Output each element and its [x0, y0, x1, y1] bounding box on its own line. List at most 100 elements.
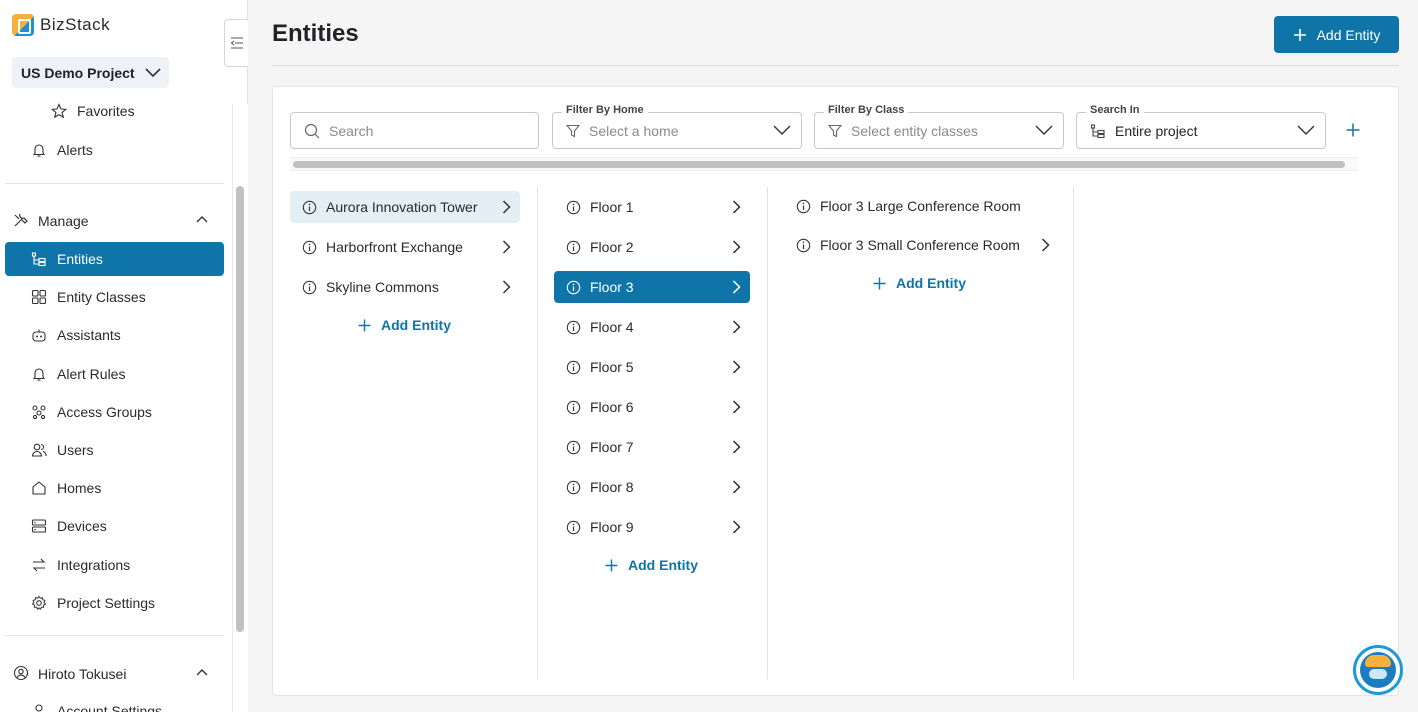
- sidebar-item-alert-rules[interactable]: Alert Rules: [5, 357, 224, 391]
- sidebar-item-entities[interactable]: Entities: [5, 242, 224, 276]
- info-icon[interactable]: [566, 200, 581, 215]
- entity-row[interactable]: Floor 4: [554, 311, 750, 343]
- section-user-header[interactable]: Hiroto Tokusei: [5, 659, 224, 689]
- entity-label: Floor 6: [590, 399, 634, 415]
- plus-icon: [1293, 28, 1306, 41]
- project-switcher[interactable]: US Demo Project: [12, 57, 169, 88]
- add-entity-link[interactable]: Add Entity: [358, 313, 451, 337]
- add-entity-button[interactable]: Add Entity: [1274, 16, 1399, 53]
- entity-row[interactable]: Harborfront Exchange: [290, 231, 520, 263]
- sidebar-item-devices[interactable]: Devices: [5, 509, 224, 543]
- user-circle-icon: [13, 665, 29, 684]
- sidebar-item-favorites[interactable]: Favorites: [5, 94, 224, 128]
- sidebar-item-homes[interactable]: Homes: [5, 471, 224, 505]
- star-icon: [51, 103, 67, 119]
- user-name: Hiroto Tokusei: [38, 666, 127, 682]
- info-icon[interactable]: [566, 440, 581, 455]
- entity-label: Floor 2: [590, 239, 634, 255]
- chevron-right-icon: [732, 400, 741, 414]
- entity-row[interactable]: Floor 6: [554, 391, 750, 423]
- section-manage-header[interactable]: Manage: [5, 206, 224, 236]
- info-icon[interactable]: [566, 280, 581, 295]
- column-divider: [767, 187, 768, 679]
- assistant-chat-button[interactable]: [1353, 645, 1403, 695]
- sidebar-item-label: Account Settings: [57, 703, 163, 712]
- chevron-right-icon: [732, 280, 741, 294]
- app-logo[interactable]: BizStack: [12, 14, 110, 36]
- filter-home-placeholder: Select a home: [589, 122, 679, 139]
- sidebar-item-label: Alert Rules: [57, 366, 126, 382]
- chevron-down-icon: [1297, 125, 1315, 135]
- project-name: US Demo Project: [21, 64, 135, 81]
- entity-label: Skyline Commons: [326, 279, 439, 295]
- entity-row[interactable]: Floor 3 Small Conference Room: [784, 229, 1059, 261]
- plus-icon: [605, 559, 618, 571]
- sidebar-item-alerts[interactable]: Alerts: [5, 133, 224, 167]
- info-icon[interactable]: [566, 240, 581, 255]
- chevron-right-icon: [732, 440, 741, 454]
- chevron-up-icon: [196, 216, 208, 223]
- sidebar: BizStack US Demo Project Favorites Alert…: [0, 0, 248, 712]
- chevron-right-icon: [732, 480, 741, 494]
- filter-icon: [566, 124, 580, 137]
- chevron-right-icon: [1041, 238, 1050, 252]
- add-entity-label: Add Entity: [1316, 26, 1381, 43]
- person-icon: [31, 703, 47, 712]
- info-icon[interactable]: [566, 320, 581, 335]
- sidebar-item-account-settings[interactable]: Account Settings: [5, 694, 224, 712]
- search-in-select[interactable]: Search In Entire project: [1076, 104, 1326, 149]
- sidebar-item-integrations[interactable]: Integrations: [5, 548, 224, 582]
- add-filter-button[interactable]: [1344, 121, 1362, 139]
- add-entity-link[interactable]: Add Entity: [605, 553, 698, 577]
- info-icon[interactable]: [566, 520, 581, 535]
- add-entity-label: Add Entity: [628, 557, 698, 573]
- add-entity-label: Add Entity: [896, 275, 966, 291]
- info-icon[interactable]: [302, 240, 317, 255]
- divider: [272, 65, 1399, 66]
- entity-row[interactable]: Floor 1: [554, 191, 750, 223]
- chevron-right-icon: [732, 320, 741, 334]
- info-icon[interactable]: [796, 238, 811, 253]
- entity-row[interactable]: Skyline Commons: [290, 271, 520, 303]
- info-icon[interactable]: [302, 280, 317, 295]
- info-icon[interactable]: [566, 400, 581, 415]
- plus-icon: [358, 319, 371, 331]
- entity-row[interactable]: Floor 9: [554, 511, 750, 543]
- sidebar-item-label: Entities: [57, 251, 103, 267]
- group-icon: [31, 404, 47, 420]
- sidebar-item-users[interactable]: Users: [5, 433, 224, 467]
- search-input[interactable]: Search: [290, 112, 539, 149]
- entity-label: Floor 4: [590, 319, 634, 335]
- info-icon[interactable]: [566, 480, 581, 495]
- info-icon[interactable]: [566, 360, 581, 375]
- entity-row[interactable]: Floor 3: [554, 271, 750, 303]
- entity-row[interactable]: Floor 7: [554, 431, 750, 463]
- sidebar-item-assistants[interactable]: Assistants: [5, 318, 224, 352]
- entity-row[interactable]: Floor 2: [554, 231, 750, 263]
- entities-panel: Search Filter By Home Select a home Filt…: [272, 86, 1399, 696]
- sidebar-item-access-groups[interactable]: Access Groups: [5, 395, 224, 429]
- entity-row[interactable]: Floor 8: [554, 471, 750, 503]
- sidebar-item-label: Homes: [57, 480, 102, 496]
- chevron-right-icon: [502, 200, 511, 214]
- sidebar-item-entity-classes[interactable]: Entity Classes: [5, 280, 224, 314]
- filter-class-select[interactable]: Filter By Class Select entity classes: [814, 104, 1064, 149]
- chevron-down-icon: [773, 125, 791, 135]
- sidebar-item-project-settings[interactable]: Project Settings: [5, 586, 224, 620]
- entity-row[interactable]: Floor 5: [554, 351, 750, 383]
- sidebar-item-label: Entity Classes: [57, 289, 146, 305]
- add-entity-link[interactable]: Add Entity: [873, 271, 966, 295]
- entity-row[interactable]: Floor 3 Large Conference Room: [784, 190, 1059, 222]
- add-entity-label: Add Entity: [381, 317, 451, 333]
- entity-label: Floor 5: [590, 359, 634, 375]
- horizontal-scrollbar-thumb[interactable]: [293, 161, 1345, 168]
- entity-row[interactable]: Aurora Innovation Tower: [290, 191, 520, 223]
- info-icon[interactable]: [796, 199, 811, 214]
- chevron-right-icon: [502, 280, 511, 294]
- collapse-sidebar-button[interactable]: [224, 19, 248, 67]
- entity-label: Floor 3 Small Conference Room: [820, 237, 1020, 253]
- info-icon[interactable]: [302, 200, 317, 215]
- sidebar-scrollbar-thumb[interactable]: [236, 186, 244, 632]
- filter-home-select[interactable]: Filter By Home Select a home: [552, 104, 802, 149]
- horizontal-scrollbar[interactable]: [290, 157, 1358, 171]
